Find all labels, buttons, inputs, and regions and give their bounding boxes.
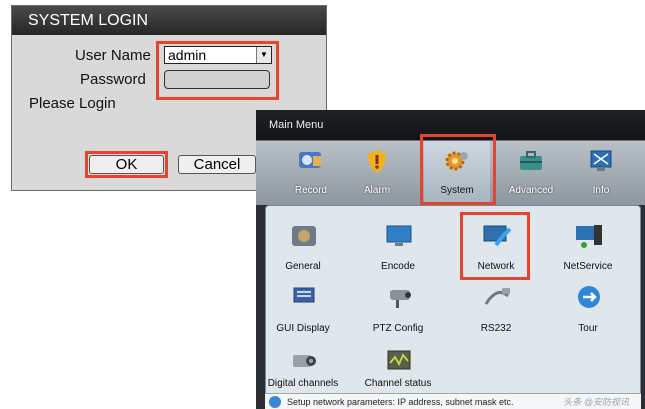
network-highlight bbox=[460, 212, 530, 280]
system-submenu-panel: General Encode Network NetService GUI Di… bbox=[265, 205, 641, 409]
menu-item-info[interactable]: Info bbox=[568, 141, 634, 205]
channel-status-icon bbox=[387, 350, 411, 370]
submenu-item-channel-status-label: Channel status bbox=[364, 378, 432, 389]
info-bubble-icon bbox=[269, 396, 281, 408]
encode-icon bbox=[386, 225, 412, 246]
credentials-highlight bbox=[156, 41, 279, 100]
submenu-item-rs232-label: RS232 bbox=[480, 323, 512, 334]
netservice-icon bbox=[576, 225, 602, 248]
submenu-item-tour-label: Tour bbox=[578, 323, 598, 334]
rs232-icon bbox=[484, 288, 510, 305]
menu-item-info-label: Info bbox=[592, 185, 610, 196]
password-label: Password bbox=[80, 71, 146, 88]
digital-channels-icon bbox=[293, 355, 316, 367]
system-highlight bbox=[420, 134, 496, 205]
status-text: Setup network parameters: IP address, su… bbox=[287, 397, 514, 407]
user-name-label: User Name bbox=[75, 47, 151, 64]
submenu-item-digital-channels-label: Digital channels bbox=[267, 378, 339, 389]
advanced-icon bbox=[520, 151, 542, 170]
menu-item-alarm[interactable]: Alarm bbox=[344, 141, 410, 205]
submenu-item-netservice-label: NetService bbox=[563, 261, 613, 272]
main-menu-window: Main Menu Record Alarm System Advanced I… bbox=[256, 110, 645, 409]
menu-item-alarm-label: Alarm bbox=[363, 185, 391, 196]
menu-item-advanced-label: Advanced bbox=[508, 185, 554, 196]
gui-display-icon bbox=[293, 287, 315, 303]
menu-item-record-label: Record bbox=[294, 185, 328, 196]
ok-button[interactable]: OK bbox=[89, 155, 164, 174]
info-icon bbox=[590, 150, 612, 171]
alarm-icon bbox=[368, 150, 386, 173]
submenu-item-encode-label: Encode bbox=[381, 261, 415, 272]
submenu-item-ptz-config-label: PTZ Config bbox=[372, 323, 424, 334]
login-title: SYSTEM LOGIN bbox=[12, 6, 326, 35]
submenu-item-gui-display-label: GUI Display bbox=[276, 323, 330, 334]
general-icon bbox=[292, 226, 316, 246]
menu-item-advanced[interactable]: Advanced bbox=[498, 141, 564, 205]
record-icon bbox=[299, 152, 321, 168]
cancel-button[interactable]: Cancel bbox=[178, 155, 256, 174]
ptz-config-icon bbox=[390, 290, 411, 308]
login-prompt: Please Login bbox=[29, 95, 116, 112]
tour-icon bbox=[578, 286, 600, 308]
watermark: 头条 @安防视讯 bbox=[563, 397, 629, 407]
status-bar: Setup network parameters: IP address, su… bbox=[265, 393, 641, 409]
menu-item-record[interactable]: Record bbox=[278, 141, 344, 205]
submenu-item-general-label: General bbox=[285, 261, 321, 272]
